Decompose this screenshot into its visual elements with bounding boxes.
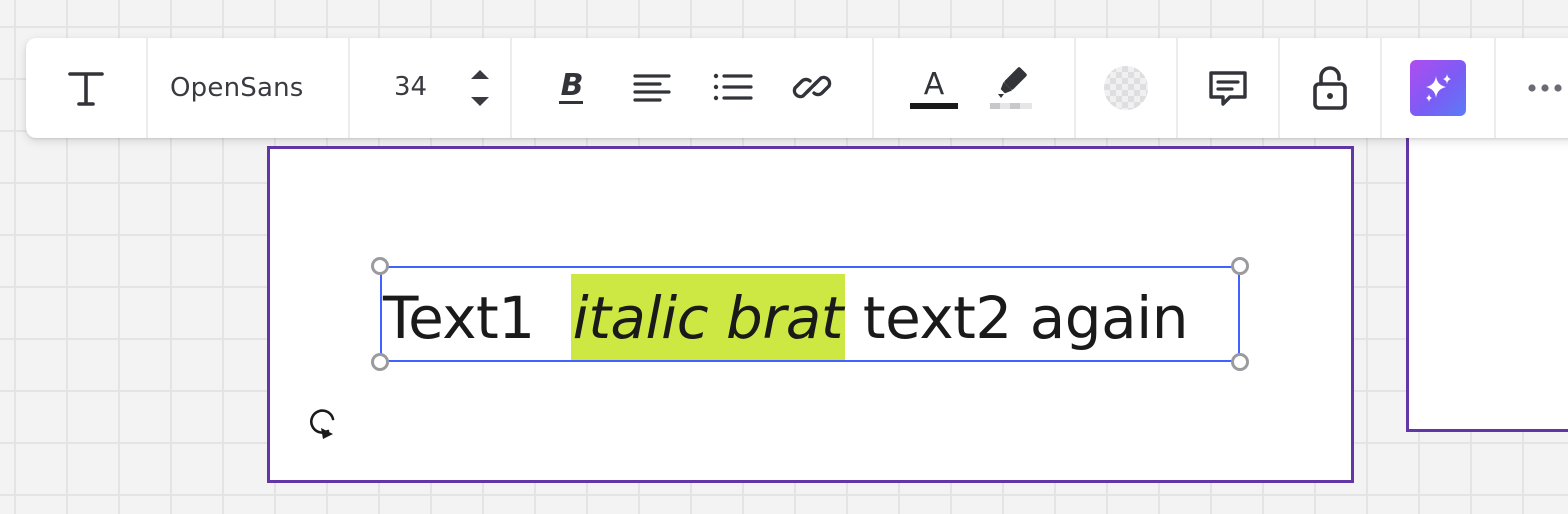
comment-section	[1178, 38, 1280, 138]
text-selection-box	[371, 257, 1249, 371]
link-icon	[792, 75, 832, 99]
font-size-value[interactable]: 34	[394, 72, 427, 102]
color-section: A	[874, 38, 1076, 138]
text-color-icon: A	[910, 67, 958, 109]
text-format-section: B	[512, 38, 874, 138]
more-options-button[interactable]	[1526, 82, 1566, 94]
fill-section	[1076, 38, 1178, 138]
text-tool-section	[26, 38, 148, 138]
resize-handle-top-right[interactable]	[1231, 257, 1249, 275]
align-button[interactable]	[628, 63, 676, 111]
more-section	[1496, 38, 1568, 138]
bold-icon: B	[559, 68, 584, 104]
resize-handle-bottom-left[interactable]	[371, 353, 389, 371]
comment-icon	[1209, 71, 1247, 106]
list-button[interactable]	[708, 63, 756, 111]
highlight-button[interactable]	[984, 60, 1040, 116]
chevron-down-icon	[471, 97, 489, 106]
text-tool-button[interactable]	[66, 68, 106, 108]
text-formatting-toolbar: OpenSans 34 B A	[26, 38, 1568, 138]
chevron-up-icon	[471, 70, 489, 79]
lock-section	[1280, 38, 1382, 138]
font-size-control: 34	[350, 38, 512, 138]
font-size-decrease-button[interactable]	[468, 94, 492, 110]
resize-handle-bottom-right[interactable]	[1231, 353, 1249, 371]
ai-assist-button[interactable]	[1410, 60, 1466, 116]
unlock-icon	[1313, 66, 1347, 110]
text-color-button[interactable]: A	[906, 60, 962, 116]
svg-text:A: A	[924, 67, 945, 102]
adjacent-frame[interactable]	[1406, 110, 1568, 432]
bold-button[interactable]: B	[548, 63, 596, 111]
font-family-dropdown[interactable]: OpenSans	[148, 38, 350, 138]
fill-color-button[interactable]	[1104, 66, 1148, 110]
sparkles-icon	[1426, 74, 1451, 102]
comment-button[interactable]	[1206, 66, 1250, 110]
rotate-handle[interactable]	[306, 405, 340, 439]
more-icon	[1528, 84, 1562, 92]
font-family-value: OpenSans	[170, 73, 304, 103]
svg-text:B: B	[561, 68, 584, 103]
link-button[interactable]	[788, 63, 836, 111]
highlighter-icon	[990, 67, 1032, 109]
font-size-increase-button[interactable]	[468, 66, 492, 82]
resize-handle-top-left[interactable]	[371, 257, 389, 275]
text-T-icon	[68, 72, 104, 106]
rotate-icon	[310, 409, 335, 439]
ai-section	[1382, 38, 1496, 138]
lock-button[interactable]	[1310, 64, 1350, 112]
bulleted-list-icon	[713, 73, 753, 101]
align-left-icon	[633, 74, 671, 102]
